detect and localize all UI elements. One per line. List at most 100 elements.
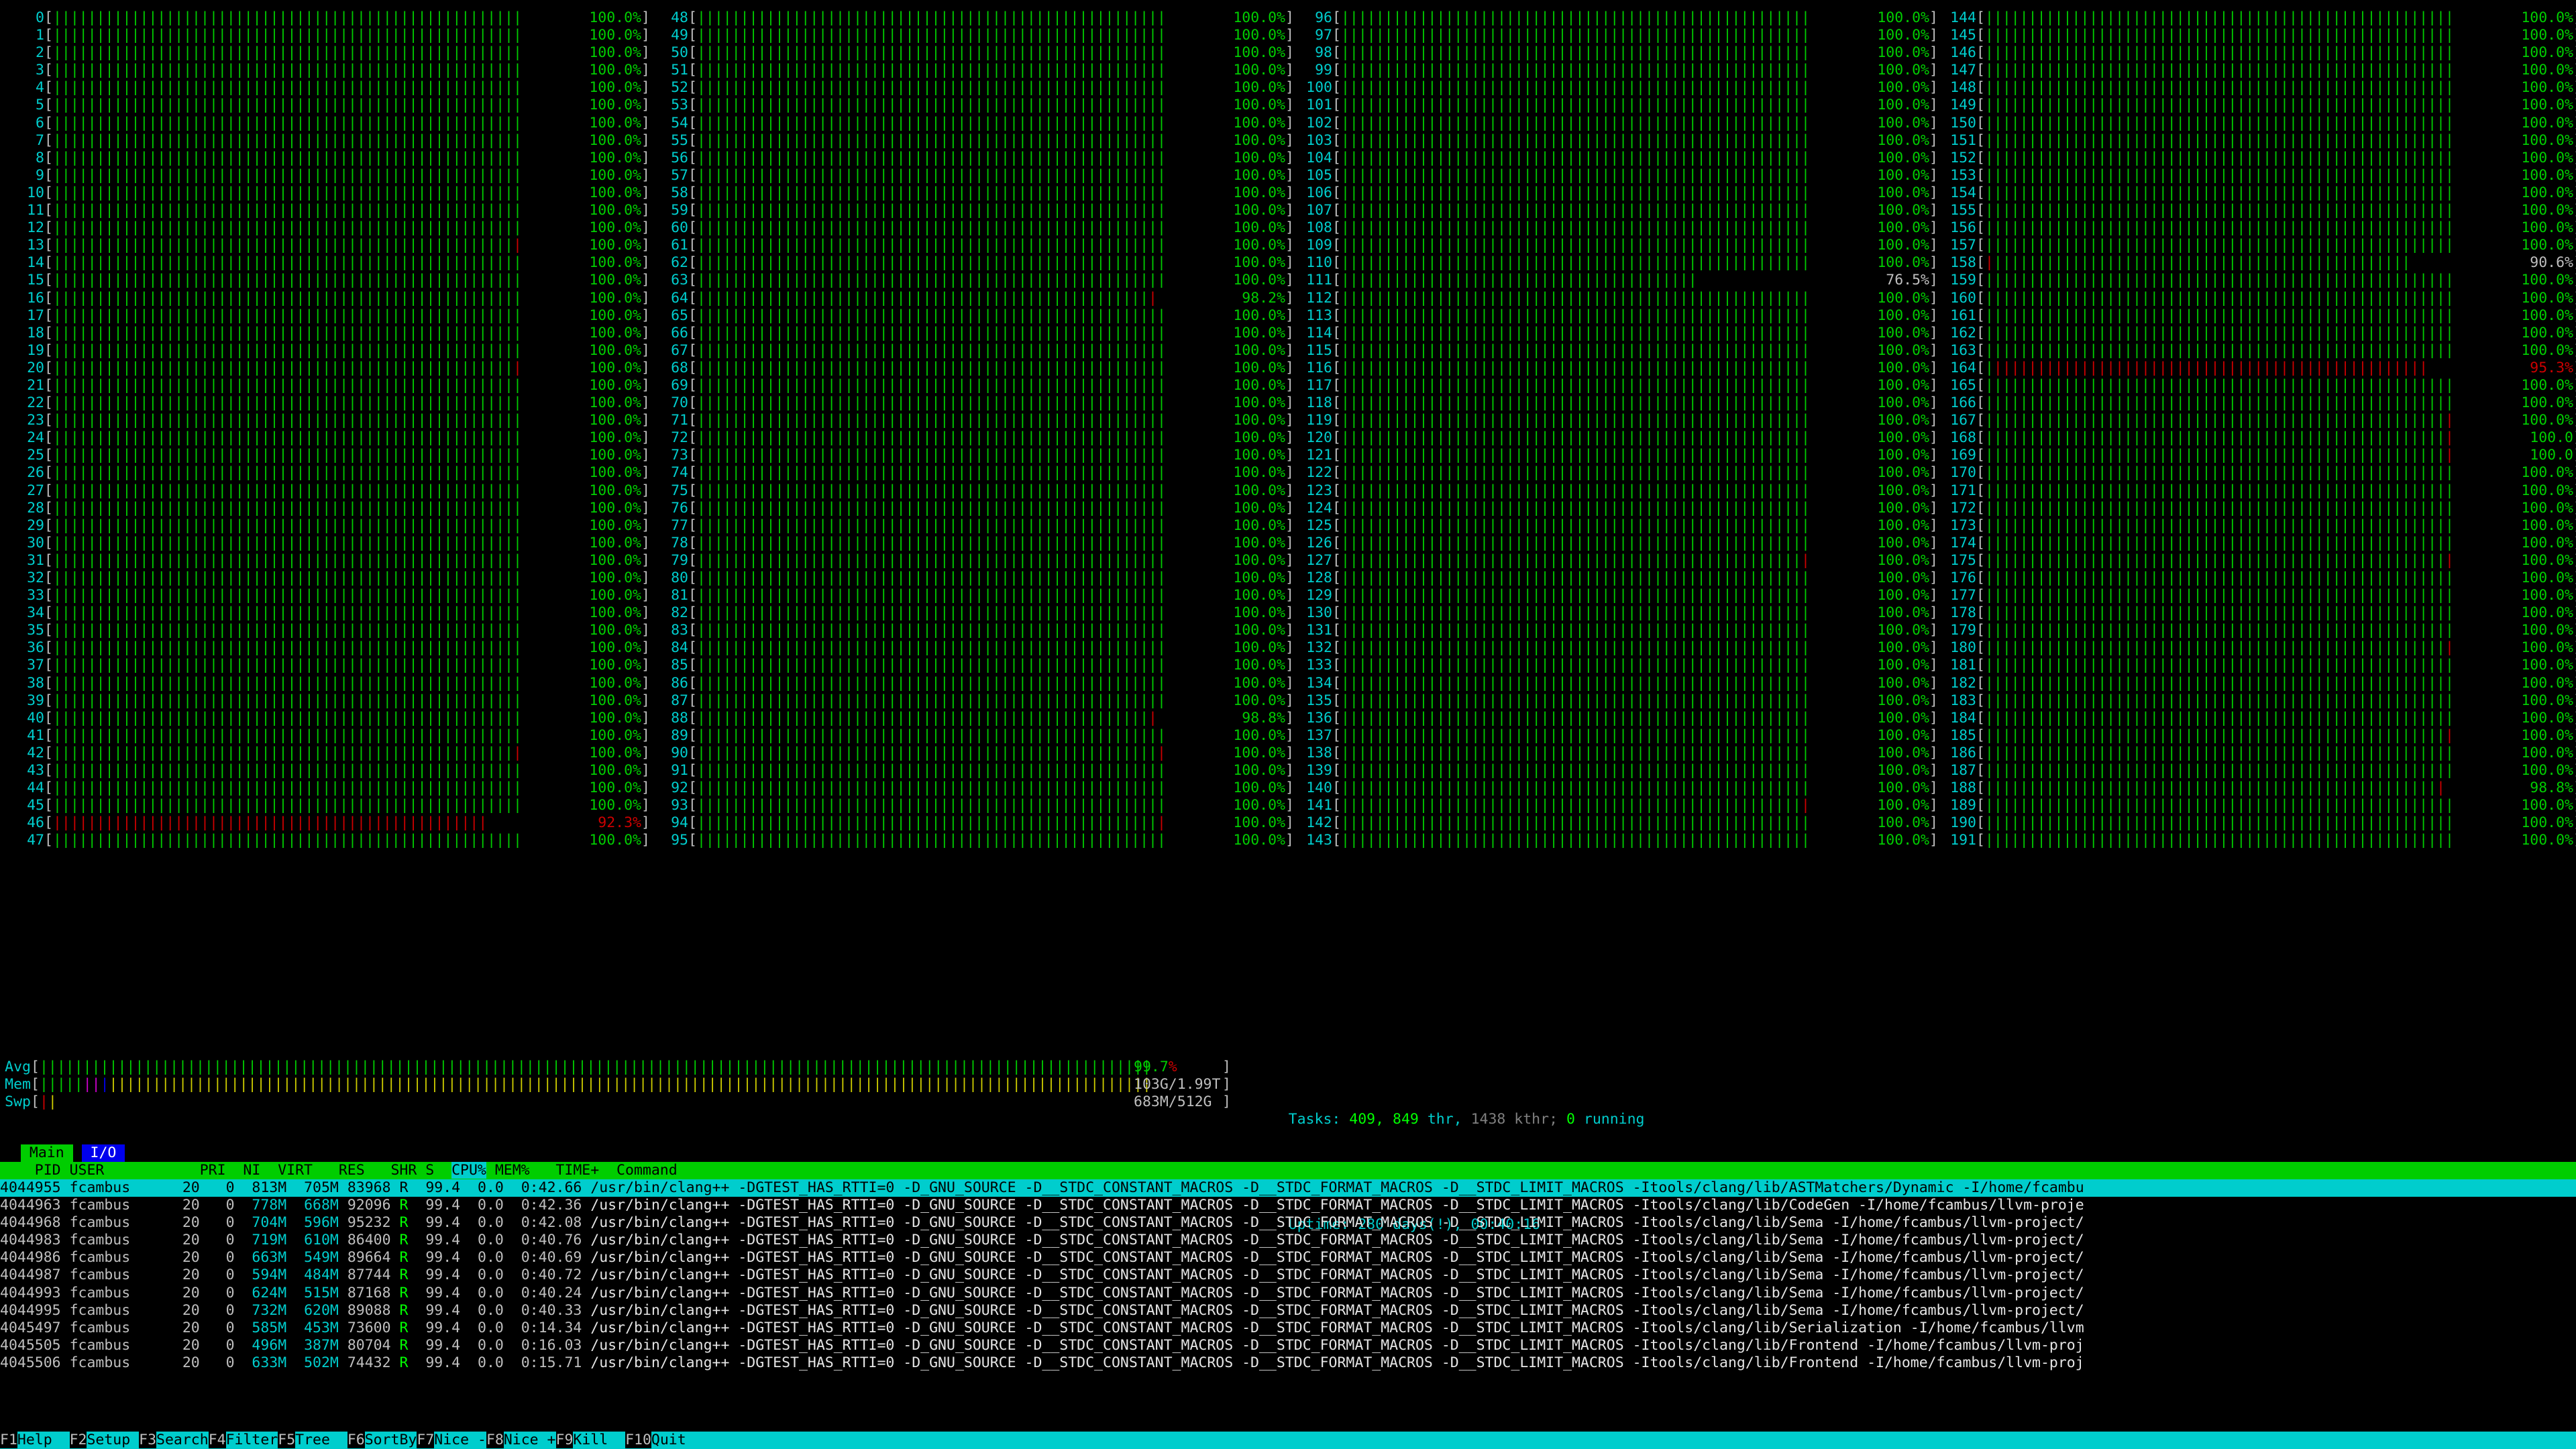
cpu-core-id: 47 bbox=[27, 832, 44, 849]
fkey-f10-label[interactable]: Quit bbox=[651, 1432, 704, 1448]
cpu-core-id: 16 bbox=[27, 289, 44, 307]
fkey-f5-label[interactable]: Tree bbox=[295, 1432, 347, 1448]
meter-bracket-close: ] bbox=[1929, 570, 1938, 586]
cpu-core-id: 52 bbox=[671, 79, 688, 97]
cpu-core-id: 171 bbox=[1950, 482, 1976, 499]
table-header-right[interactable]: MEM% TIME+ Command bbox=[486, 1162, 678, 1179]
cpu-percent: 100.0% bbox=[589, 166, 641, 184]
meter-bracket-open: [ bbox=[688, 219, 697, 237]
cpu-core-id: 73 bbox=[671, 447, 688, 464]
table-row[interactable]: 4044963 fcambus 20 0 778M 668M 92096 R 9… bbox=[0, 1197, 2576, 1214]
fkey-f6-label[interactable]: SortBy bbox=[364, 1432, 417, 1448]
fkey-f6-key[interactable]: F6 bbox=[347, 1432, 365, 1448]
fkey-f5-key[interactable]: F5 bbox=[278, 1432, 296, 1448]
cpu-meter: 73[|||||||||||||||||||||||||||||||||||||… bbox=[657, 447, 1299, 464]
cpu-meter-bar: ||||||||||||||||||||||||||||||||||||||||… bbox=[52, 394, 522, 412]
cpu-percent: 98.8% bbox=[1242, 709, 1285, 727]
cpu-meter: 169[||||||||||||||||||||||||||||||||||||… bbox=[1945, 447, 2576, 464]
cell-user: fcambus bbox=[69, 1336, 157, 1354]
cpu-percent: 100.0% bbox=[589, 289, 641, 307]
running-count: 0 bbox=[1566, 1111, 1575, 1128]
cpu-meter: 19[|||||||||||||||||||||||||||||||||||||… bbox=[13, 342, 655, 360]
table-row[interactable]: 4044983 fcambus 20 0 719M 610M 86400 R 9… bbox=[0, 1232, 2576, 1249]
cpu-percent: 100.0% bbox=[2521, 674, 2573, 692]
cpu-meter: 118[||||||||||||||||||||||||||||||||||||… bbox=[1301, 394, 1943, 412]
cpu-percent: 100.0% bbox=[1233, 639, 1285, 657]
screen-tabs[interactable]: Main I/O bbox=[12, 1144, 133, 1163]
fkey-f1-label[interactable]: Help bbox=[17, 1432, 70, 1448]
table-row[interactable]: 4044987 fcambus 20 0 594M 484M 87744 R 9… bbox=[0, 1267, 2576, 1284]
table-header-sort-cpu[interactable]: CPU% bbox=[451, 1162, 486, 1179]
table-row[interactable]: 4045505 fcambus 20 0 496M 387M 80704 R 9… bbox=[0, 1337, 2576, 1354]
fkey-f10-key[interactable]: F10 bbox=[625, 1432, 651, 1448]
table-row[interactable]: 4044993 fcambus 20 0 624M 515M 87168 R 9… bbox=[0, 1285, 2576, 1302]
fkey-f7-label[interactable]: Nice - bbox=[434, 1432, 486, 1448]
fkey-f3-label[interactable]: Search bbox=[156, 1432, 209, 1448]
cpu-meter-bar: ||||||||||||||||||||||||||||||||||||||||… bbox=[1984, 814, 2454, 832]
table-header-left[interactable]: PID USER PRI NI VIRT RES SHR S bbox=[0, 1162, 451, 1179]
fkey-f8-label[interactable]: Nice + bbox=[503, 1432, 556, 1448]
cpu-meter: 155[||||||||||||||||||||||||||||||||||||… bbox=[1945, 202, 2576, 219]
cpu-percent: 100.0% bbox=[589, 341, 641, 359]
meter-bracket-close: ] bbox=[1285, 359, 1294, 376]
meter-bracket-open: [ bbox=[1976, 832, 1985, 849]
meter-bracket-close: ] bbox=[1929, 114, 1938, 131]
table-row[interactable]: 4044986 fcambus 20 0 663M 549M 89664 R 9… bbox=[0, 1249, 2576, 1267]
meter-bracket-open: [ bbox=[1976, 762, 1985, 780]
cpu-core-id: 96 bbox=[1315, 9, 1332, 26]
meter-bracket-open: [ bbox=[688, 62, 697, 79]
cpu-meter-bar: ||||||||||||||||||||||||||||||||||||||||… bbox=[1984, 341, 2454, 359]
fkey-f9-key[interactable]: F9 bbox=[555, 1432, 574, 1448]
cpu-meter: 164[||||||||||||||||||||||||||||||||||||… bbox=[1945, 360, 2576, 377]
fkey-f2-label[interactable]: Setup bbox=[87, 1432, 140, 1448]
cpu-percent: 100.0 bbox=[2530, 447, 2573, 464]
meter-bracket-open: [ bbox=[688, 814, 697, 832]
meter-bracket-close: ] bbox=[641, 709, 650, 727]
table-row[interactable]: 4045497 fcambus 20 0 585M 453M 73600 R 9… bbox=[0, 1320, 2576, 1337]
cpu-meter-bar: ||||||||||||||||||||||||||||||||||||||||… bbox=[696, 376, 1166, 394]
table-row[interactable]: 4045506 fcambus 20 0 633M 502M 74432 R 9… bbox=[0, 1354, 2576, 1372]
fkey-f1-key[interactable]: F1 bbox=[0, 1432, 17, 1448]
cpu-percent: 100.0% bbox=[589, 307, 641, 324]
cpu-meter: 61[|||||||||||||||||||||||||||||||||||||… bbox=[657, 237, 1299, 254]
meter-bracket-close: ] bbox=[641, 254, 650, 272]
fkey-f4-label[interactable]: Filter bbox=[225, 1432, 278, 1448]
cpu-meter-bar: ||||||||||||||||||||||||||||||||||||||||… bbox=[1340, 517, 1810, 534]
fkey-f3-key[interactable]: F3 bbox=[139, 1432, 157, 1448]
cpu-meter: 146[||||||||||||||||||||||||||||||||||||… bbox=[1945, 44, 2576, 62]
fkey-f8-key[interactable]: F8 bbox=[486, 1432, 504, 1448]
cpu-core-id: 129 bbox=[1306, 587, 1332, 604]
cpu-meter: 7[||||||||||||||||||||||||||||||||||||||… bbox=[13, 132, 655, 150]
cpu-meter-bar: ||||||||||||||||||||||||||||||||||||||||… bbox=[52, 429, 522, 447]
cpu-meter: 55[|||||||||||||||||||||||||||||||||||||… bbox=[657, 132, 1299, 150]
meter-bracket-close: ] bbox=[1285, 762, 1294, 780]
function-key-bar[interactable]: F1Help F2Setup F3SearchF4FilterF5Tree F6… bbox=[0, 1432, 2576, 1449]
cpu-meter-bar: ||||||||||||||||||||||||||||||||||||||||… bbox=[52, 709, 522, 727]
meter-bracket-open: [ bbox=[688, 149, 697, 166]
tab-io[interactable]: I/O bbox=[81, 1144, 125, 1163]
meter-bracket-open: [ bbox=[1976, 184, 1985, 201]
table-row[interactable]: 4044968 fcambus 20 0 704M 596M 95232 R 9… bbox=[0, 1214, 2576, 1232]
cell-cpu: 99.4 bbox=[408, 1319, 461, 1336]
cpu-core-id: 81 bbox=[671, 587, 688, 604]
meter-bracket-open: [ bbox=[1332, 376, 1341, 394]
fkey-f7-key[interactable]: F7 bbox=[417, 1432, 435, 1448]
meter-bracket-open: [ bbox=[44, 499, 53, 517]
cpu-meter: 92[|||||||||||||||||||||||||||||||||||||… bbox=[657, 780, 1299, 797]
cpu-meter-bar: ||||||||||||||||||||||||||||||||||||||||… bbox=[696, 622, 1166, 639]
meter-bracket-close: ] bbox=[1929, 412, 1938, 429]
process-table-header[interactable]: PID USER PRI NI VIRT RES SHR S CPU% MEM%… bbox=[0, 1162, 2576, 1180]
meter-bracket-open: [ bbox=[44, 692, 53, 709]
fkey-f2-key[interactable]: F2 bbox=[69, 1432, 87, 1448]
fkey-f4-key[interactable]: F4 bbox=[208, 1432, 226, 1448]
table-row[interactable]: 4044955 fcambus 20 0 813M 705M 83968 R 9… bbox=[0, 1179, 2576, 1197]
meter-bracket-close: ] bbox=[1285, 447, 1294, 464]
cpu-meter-bar: ||||||||||||||||||||||||||||||||||||||||… bbox=[52, 780, 522, 797]
cell-cpu: 99.4 bbox=[408, 1179, 461, 1196]
tab-main[interactable]: Main bbox=[20, 1144, 73, 1163]
meter-bracket-open: [ bbox=[44, 797, 53, 814]
fkey-f9-label[interactable]: Kill bbox=[573, 1432, 626, 1448]
table-row[interactable]: 4044995 fcambus 20 0 732M 620M 89088 R 9… bbox=[0, 1302, 2576, 1320]
meter-bracket-close: ] bbox=[1929, 639, 1938, 657]
process-table-body[interactable]: 4044955 fcambus 20 0 813M 705M 83968 R 9… bbox=[0, 1179, 2576, 1372]
